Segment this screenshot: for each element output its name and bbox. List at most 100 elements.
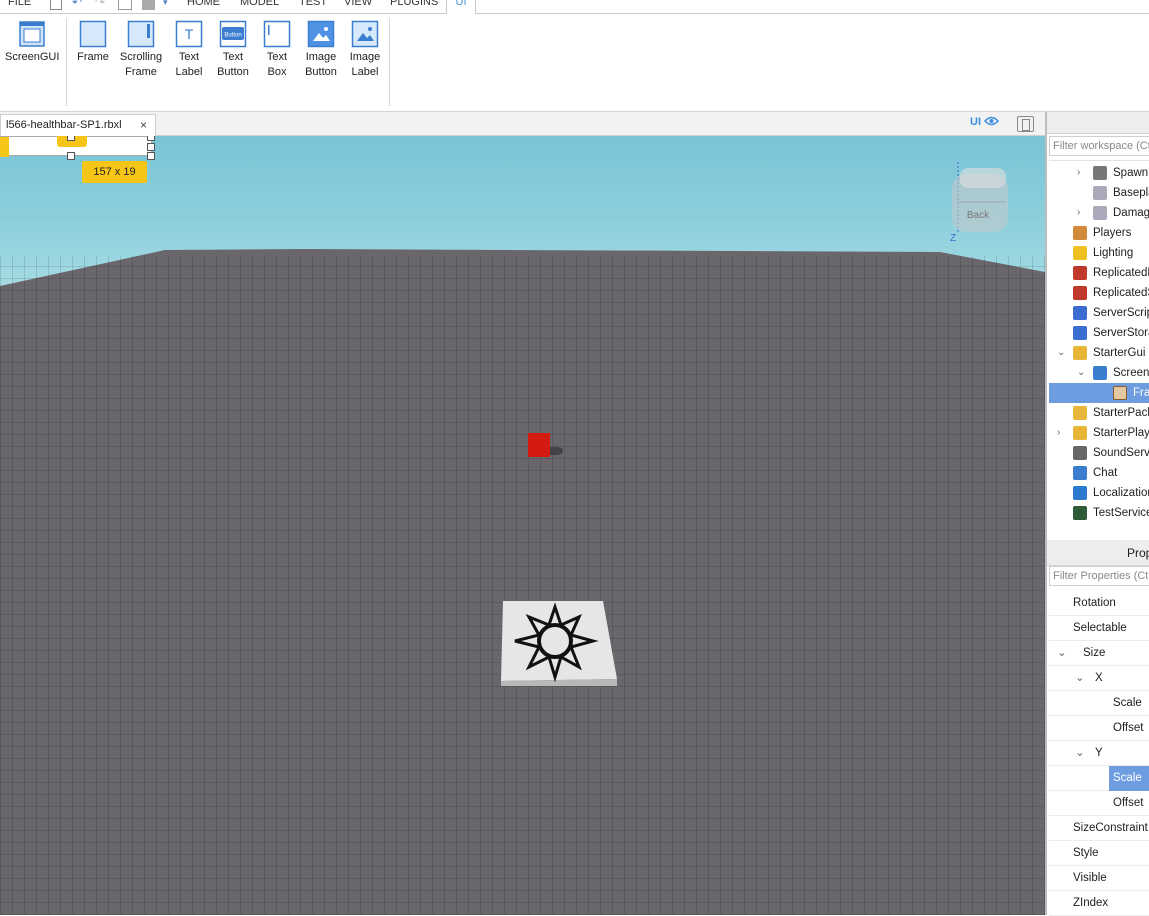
explorer-item[interactable]: TestService xyxy=(1049,503,1149,523)
copy-icon[interactable] xyxy=(118,0,132,10)
property-row[interactable]: Scale xyxy=(1049,766,1149,791)
property-row[interactable]: Style xyxy=(1049,841,1149,866)
property-row[interactable]: Selectable xyxy=(1049,616,1149,641)
explorer-item[interactable]: Baseplate xyxy=(1049,183,1149,203)
properties-filter-input[interactable]: Filter Properties (Ctrl+Shift+P) xyxy=(1049,566,1149,586)
explorer-item[interactable]: ReplicatedStorage xyxy=(1049,283,1149,303)
expand-chevron-icon[interactable]: ⌄ xyxy=(1057,343,1067,363)
explorer-item[interactable]: › StarterPlayer xyxy=(1049,423,1149,443)
explorer-item[interactable]: Chat xyxy=(1049,463,1149,483)
explorer-item[interactable]: ServerScriptService xyxy=(1049,303,1149,323)
property-row[interactable]: Offset xyxy=(1049,791,1149,816)
text-label-button[interactable]: T Text Label xyxy=(171,20,207,80)
property-label: Rotation xyxy=(1073,597,1116,609)
text-button-button[interactable]: Button Text Button xyxy=(213,20,253,80)
property-row[interactable]: ⌄ Y xyxy=(1049,741,1149,766)
ui-toggle-label: UI xyxy=(970,116,981,128)
explorer-item-label: StarterGui xyxy=(1093,347,1146,359)
text-box-button[interactable]: Text Box xyxy=(260,20,294,80)
explorer-item[interactable]: LocalizationService xyxy=(1049,483,1149,503)
menu-model[interactable]: MODEL xyxy=(240,0,279,8)
selected-frame[interactable] xyxy=(0,136,152,157)
explorer-item[interactable]: ServerStorage xyxy=(1049,323,1149,343)
redo-icon[interactable]: ↷ xyxy=(95,0,105,9)
text-button-label-2: Button xyxy=(217,66,249,78)
frame-button[interactable]: Frame xyxy=(73,20,113,65)
document-tab[interactable]: l566-healthbar-SP1.rbxl × xyxy=(0,114,156,136)
property-label: Size xyxy=(1083,647,1106,659)
explorer-item-label: ServerScriptService xyxy=(1093,307,1149,319)
document-tab-title: l566-healthbar-SP1.rbxl xyxy=(6,119,122,131)
text-box-label-2: Box xyxy=(267,66,287,78)
expand-chevron-icon[interactable]: › xyxy=(1077,203,1087,223)
new-file-icon[interactable] xyxy=(50,0,62,10)
image-label-label-2: Label xyxy=(351,66,379,78)
explorer-item[interactable]: › SpawnLocation xyxy=(1049,163,1149,183)
explorer-item-label: ServerStorage xyxy=(1093,327,1149,339)
ribbon-separator xyxy=(66,18,67,106)
menu-plugins[interactable]: PLUGINS xyxy=(390,0,438,8)
ui-visibility-toggle[interactable]: UI xyxy=(970,116,1000,128)
expand-chevron-icon[interactable]: ⌄ xyxy=(1075,741,1085,766)
scrolling-frame-icon xyxy=(127,20,155,48)
resize-handle[interactable] xyxy=(147,152,155,160)
explorer-item[interactable]: Lighting xyxy=(1049,243,1149,263)
property-row[interactable]: SizeConstraint xyxy=(1049,816,1149,841)
explorer-filter-input[interactable]: Filter workspace (Ctrl+Shift+X) xyxy=(1049,136,1149,156)
3d-viewport[interactable]: 157 x 19 Back Z xyxy=(0,136,1045,915)
device-emulator-icon[interactable] xyxy=(1017,116,1034,132)
property-row[interactable]: ⌄ Size xyxy=(1049,641,1149,666)
frame-icon xyxy=(79,20,107,48)
customize-icon[interactable]: ▾ xyxy=(163,0,168,9)
undo-icon[interactable]: ↶ xyxy=(72,0,82,9)
explorer-item[interactable]: ⌄ ScreenGui xyxy=(1049,363,1149,383)
resize-handle[interactable] xyxy=(67,152,75,160)
stop-icon[interactable] xyxy=(142,0,155,10)
explorer-item[interactable]: StarterPack xyxy=(1049,403,1149,423)
menu-view[interactable]: VIEW xyxy=(344,0,372,8)
screengui-button[interactable]: ScreenGUI xyxy=(5,20,59,65)
explorer-item-label: StarterPack xyxy=(1093,407,1149,419)
menu-ui-tab[interactable]: UI xyxy=(446,0,476,14)
property-label: SizeConstraint xyxy=(1073,822,1148,834)
menu-home[interactable]: HOME xyxy=(187,0,220,8)
frame-icon xyxy=(1113,386,1127,400)
resize-handle[interactable] xyxy=(67,136,75,141)
expand-chevron-icon[interactable]: ⌄ xyxy=(1077,363,1087,383)
svg-text:Button: Button xyxy=(224,33,241,39)
property-row[interactable]: Rotation xyxy=(1049,591,1149,616)
screengui-icon xyxy=(19,21,45,47)
damage-part-plate[interactable] xyxy=(499,601,619,686)
explorer-item[interactable]: ⌄ StarterGui xyxy=(1049,343,1149,363)
image-label-button[interactable]: Image Label xyxy=(346,20,384,80)
property-row[interactable]: Scale xyxy=(1049,691,1149,716)
explorer-item[interactable]: › DamagePart xyxy=(1049,203,1149,223)
property-row[interactable]: ZIndex xyxy=(1049,891,1149,916)
property-row[interactable]: ⌄ X xyxy=(1049,666,1149,691)
expand-chevron-icon[interactable]: ⌄ xyxy=(1075,666,1085,691)
image-button-button[interactable]: Image Button xyxy=(300,20,342,80)
text-box-icon xyxy=(263,20,291,48)
explorer-item[interactable]: Players xyxy=(1049,223,1149,243)
menu-file[interactable]: FILE xyxy=(8,0,31,8)
text-label-icon: T xyxy=(175,20,203,48)
property-row[interactable]: Visible xyxy=(1049,866,1149,891)
explorer-item[interactable]: ReplicatedFirst xyxy=(1049,263,1149,283)
expand-chevron-icon[interactable]: ⌄ xyxy=(1057,641,1067,666)
explorer-item-label: Chat xyxy=(1093,467,1118,479)
red-part[interactable] xyxy=(528,433,550,457)
scrolling-frame-button[interactable]: Scrolling Frame xyxy=(117,20,165,80)
menu-test[interactable]: TEST xyxy=(299,0,327,8)
close-icon[interactable]: × xyxy=(140,115,147,135)
expand-chevron-icon[interactable]: › xyxy=(1077,163,1087,183)
view-cube[interactable]: Back Z xyxy=(946,162,1016,242)
expand-chevron-icon[interactable]: › xyxy=(1057,423,1067,443)
explorer-item-label: ReplicatedStorage xyxy=(1093,287,1149,299)
property-label: Scale xyxy=(1113,697,1142,709)
explorer-item[interactable]: Frame xyxy=(1049,383,1149,403)
explorer-item[interactable]: SoundService xyxy=(1049,443,1149,463)
eye-icon xyxy=(984,116,1000,126)
resize-handle[interactable] xyxy=(147,143,155,151)
property-row[interactable]: Offset xyxy=(1049,716,1149,741)
resize-handle[interactable] xyxy=(147,136,155,141)
